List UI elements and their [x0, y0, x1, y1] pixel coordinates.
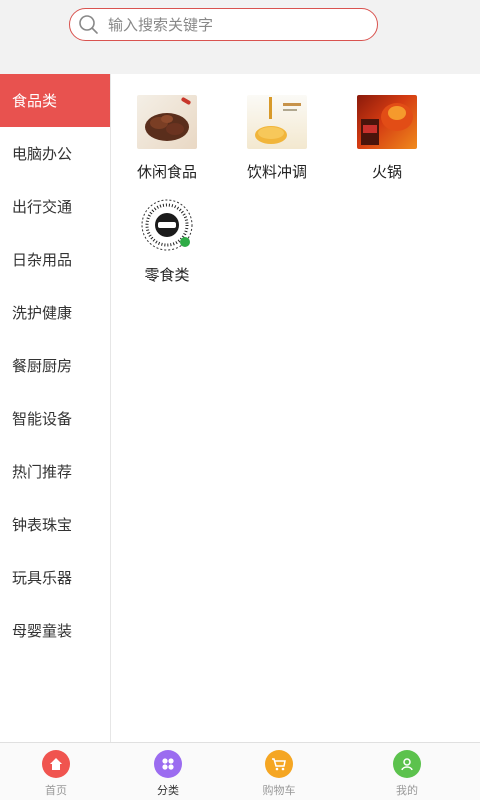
category-icon [154, 750, 182, 778]
subcategory-snacks[interactable]: 休闲食品 [112, 95, 222, 182]
sidebar-item-label: 母婴童装 [12, 622, 73, 640]
sidebar-item-smart-devices[interactable]: 智能设备 [0, 392, 110, 445]
sidebar-item-daily-goods[interactable]: 日杂用品 [0, 233, 110, 286]
user-icon [393, 750, 421, 778]
sidebar-item-label: 电脑办公 [12, 145, 73, 163]
search-bar[interactable]: 输入搜索关键字 [69, 8, 378, 41]
sidebar-item-label: 出行交通 [12, 198, 73, 216]
sidebar-item-label: 智能设备 [12, 410, 73, 428]
hotpot-sauce-image [357, 95, 417, 149]
tab-label: 购物车 [262, 784, 296, 797]
honey-drink-image [247, 95, 307, 149]
sidebar-item-label: 食品类 [12, 92, 58, 110]
home-icon [42, 750, 70, 778]
sidebar-item-label: 玩具乐器 [12, 569, 73, 587]
cart-icon [265, 750, 293, 778]
tab-label: 分类 [157, 784, 179, 797]
sidebar-item-baby-kids[interactable]: 母婴童装 [0, 604, 110, 657]
category-sidebar: 食品类 电脑办公 出行交通 日杂用品 洗护健康 餐厨厨房 智能设备 热门推荐 钟… [0, 74, 111, 742]
sidebar-item-food[interactable]: 食品类 [0, 74, 110, 127]
sidebar-item-hot-picks[interactable]: 热门推荐 [0, 445, 110, 498]
qr-code-image [137, 198, 197, 252]
sidebar-item-watches-jewelry[interactable]: 钟表珠宝 [0, 498, 110, 551]
sidebar-item-label: 餐厨厨房 [12, 357, 73, 375]
subcategory-snack-category[interactable]: 零食类 [112, 198, 222, 285]
tab-category[interactable]: 分类 [112, 743, 224, 800]
bottom-tab-bar: 首页 分类 购物车 我的 [0, 742, 480, 800]
sidebar-item-kitchen[interactable]: 餐厨厨房 [0, 339, 110, 392]
tab-label: 我的 [396, 784, 418, 797]
tab-mine[interactable]: 我的 [334, 743, 480, 800]
tab-home[interactable]: 首页 [0, 743, 112, 800]
sidebar-item-label: 洗护健康 [12, 304, 73, 322]
search-input[interactable]: 输入搜索关键字 [108, 14, 213, 35]
sidebar-item-label: 热门推荐 [12, 463, 73, 481]
subcategory-drinks[interactable]: 饮料冲调 [222, 95, 332, 182]
sidebar-item-toys-instruments[interactable]: 玩具乐器 [0, 551, 110, 604]
subcategory-label: 零食类 [144, 266, 190, 284]
subcategory-label: 饮料冲调 [246, 163, 307, 181]
header: 输入搜索关键字 [0, 0, 480, 74]
sidebar-item-computer-office[interactable]: 电脑办公 [0, 127, 110, 180]
subcategory-hotpot[interactable]: 火锅 [332, 95, 442, 182]
search-icon [78, 14, 100, 36]
sidebar-item-care-health[interactable]: 洗护健康 [0, 286, 110, 339]
sidebar-item-label: 日杂用品 [12, 251, 73, 269]
category-content: 休闲食品 饮料冲调 火锅 零食类 [112, 74, 480, 742]
tab-label: 首页 [45, 784, 67, 797]
sidebar-item-travel[interactable]: 出行交通 [0, 180, 110, 233]
subcategory-label: 火锅 [371, 163, 402, 181]
subcategory-label: 休闲食品 [136, 163, 197, 181]
tab-cart[interactable]: 购物车 [224, 743, 334, 800]
snack-food-image [137, 95, 197, 149]
sidebar-item-label: 钟表珠宝 [12, 516, 73, 534]
